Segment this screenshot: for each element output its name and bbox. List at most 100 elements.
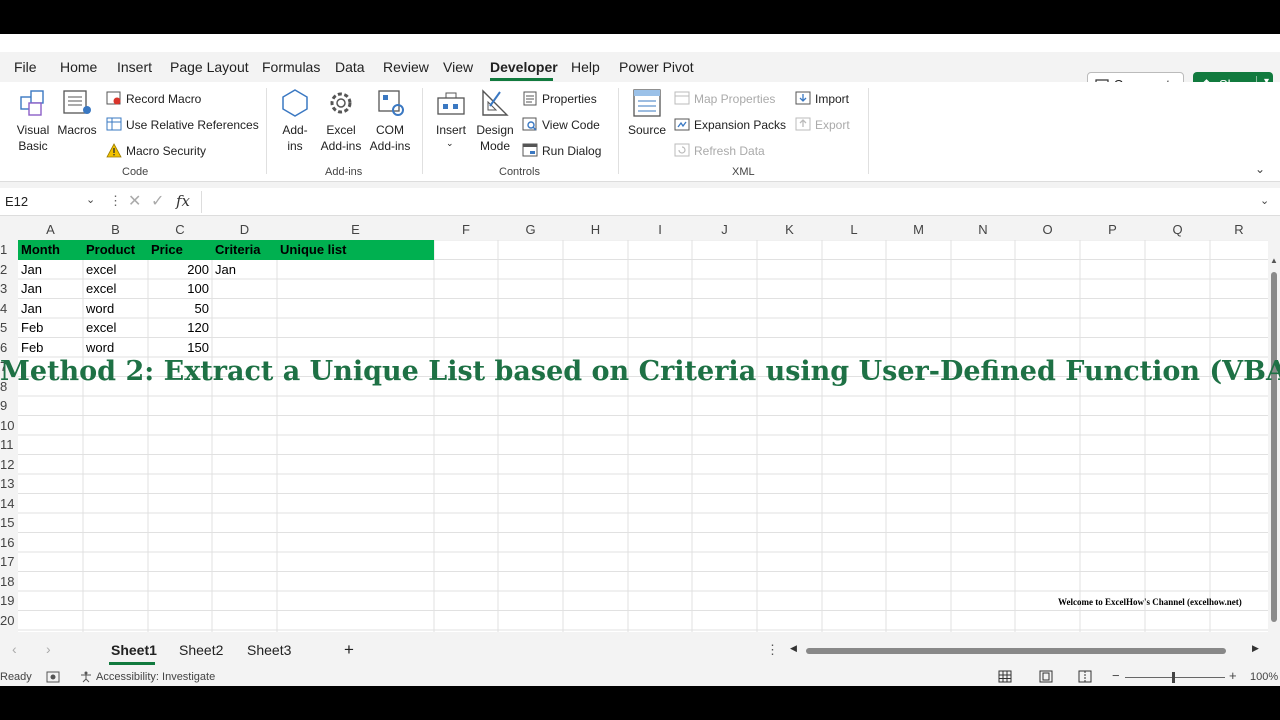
column-header-i[interactable]: I — [628, 220, 692, 240]
row-header[interactable]: 16 — [0, 532, 18, 552]
page-layout-view-icon[interactable] — [1039, 670, 1053, 683]
column-header-a[interactable]: A — [18, 220, 83, 240]
visual-basic-button[interactable]: Visual Basic — [14, 122, 52, 154]
cell-a2[interactable]: Jan — [18, 260, 83, 280]
menu-developer[interactable]: Developer — [490, 59, 558, 75]
cell-a5[interactable]: Feb — [18, 318, 83, 338]
row-header[interactable]: 19 — [0, 591, 18, 611]
row-header[interactable]: 18 — [0, 571, 18, 591]
column-header-q[interactable]: Q — [1145, 220, 1210, 240]
row-header[interactable]: 4 — [0, 298, 18, 318]
cell-d2[interactable]: Jan — [212, 260, 277, 280]
menu-data[interactable]: Data — [335, 59, 365, 75]
menu-page-layout[interactable]: Page Layout — [170, 59, 249, 75]
column-header-g[interactable]: G — [498, 220, 563, 240]
menu-view[interactable]: View — [443, 59, 473, 75]
cell-a3[interactable]: Jan — [18, 279, 83, 299]
horizontal-scroll-thumb[interactable] — [806, 648, 1226, 654]
sheet-tab-sheet3[interactable]: Sheet3 — [247, 642, 291, 658]
row-header[interactable]: 20 — [0, 610, 18, 630]
scroll-left-icon[interactable]: ◀ — [790, 643, 797, 654]
design-mode-button[interactable]: Design Mode — [472, 122, 518, 154]
map-properties-button[interactable]: Map Properties — [694, 92, 775, 106]
cancel-icon[interactable]: ✕ — [128, 191, 141, 211]
insert-control-button[interactable]: Insert — [432, 122, 470, 138]
cell-b3[interactable]: excel — [83, 279, 148, 299]
cell-c4[interactable]: 50 — [148, 299, 212, 319]
expand-formula-bar-icon[interactable]: ⌄ — [1260, 194, 1269, 207]
zoom-slider-thumb[interactable] — [1172, 672, 1175, 683]
column-header-m[interactable]: M — [886, 220, 951, 240]
cell-c1[interactable]: Price — [148, 240, 212, 260]
export-button[interactable]: Export — [815, 118, 850, 132]
cell-d1[interactable]: Criteria — [212, 240, 277, 260]
com-addins-button[interactable]: COM Add-ins — [366, 122, 414, 154]
xml-source-button[interactable]: Source — [626, 122, 668, 138]
worksheet-grid[interactable]: A B C D E F G H I J K L M N O P Q R 1 2 … — [0, 220, 1268, 632]
normal-view-icon[interactable] — [998, 670, 1012, 683]
vertical-scrollbar[interactable]: ▲ — [1268, 220, 1280, 632]
menu-file[interactable]: File — [14, 59, 37, 75]
expansion-packs-button[interactable]: Expansion Packs — [694, 118, 786, 132]
row-header[interactable]: 6 — [0, 337, 18, 357]
column-header-r[interactable]: R — [1210, 220, 1268, 240]
cell-b6[interactable]: word — [83, 338, 148, 358]
menu-review[interactable]: Review — [383, 59, 429, 75]
accessibility-icon[interactable] — [80, 671, 92, 683]
more-options-icon[interactable]: ⋮ — [109, 193, 122, 209]
run-dialog-button[interactable]: Run Dialog — [542, 144, 601, 158]
chevron-down-icon[interactable]: ⌄ — [86, 193, 95, 206]
row-header[interactable]: 5 — [0, 318, 18, 338]
add-sheet-button[interactable]: + — [344, 640, 354, 660]
row-header[interactable]: 15 — [0, 513, 18, 533]
row-header[interactable]: 11 — [0, 435, 18, 455]
row-header[interactable]: 3 — [0, 279, 18, 299]
record-macro-button[interactable]: Record Macro — [126, 92, 201, 106]
ribbon-collapse-icon[interactable]: ⌄ — [1255, 162, 1265, 176]
row-header[interactable]: 14 — [0, 493, 18, 513]
column-header-o[interactable]: O — [1015, 220, 1080, 240]
column-header-b[interactable]: B — [83, 220, 148, 240]
cell-c5[interactable]: 120 — [148, 318, 212, 338]
menu-power-pivot[interactable]: Power Pivot — [619, 59, 694, 75]
column-header-h[interactable]: H — [563, 220, 628, 240]
cell-b4[interactable]: word — [83, 299, 148, 319]
menu-insert[interactable]: Insert — [117, 59, 152, 75]
row-header[interactable]: 2 — [0, 259, 18, 279]
cell-e1[interactable]: Unique list — [277, 240, 434, 260]
column-header-j[interactable]: J — [692, 220, 757, 240]
use-relative-references-button[interactable]: Use Relative References — [126, 118, 259, 132]
import-button[interactable]: Import — [815, 92, 849, 106]
sheet-tab-sheet2[interactable]: Sheet2 — [179, 642, 223, 658]
cell-a6[interactable]: Feb — [18, 338, 83, 358]
column-header-c[interactable]: C — [148, 220, 212, 240]
zoom-slider-track[interactable] — [1125, 677, 1225, 678]
column-header-e[interactable]: E — [277, 220, 434, 240]
column-header-n[interactable]: N — [951, 220, 1015, 240]
vertical-scroll-thumb[interactable] — [1271, 272, 1277, 622]
menu-help[interactable]: Help — [571, 59, 600, 75]
row-header[interactable]: 13 — [0, 474, 18, 494]
scroll-right-icon[interactable]: ▶ — [1252, 643, 1259, 654]
more-options-icon[interactable]: ⋮ — [766, 642, 779, 658]
cell-b1[interactable]: Product — [83, 240, 148, 260]
zoom-level[interactable]: 100% — [1250, 671, 1278, 683]
refresh-data-button[interactable]: Refresh Data — [694, 144, 765, 158]
cell-b2[interactable]: excel — [83, 260, 148, 280]
excel-addins-button[interactable]: Excel Add-ins — [318, 122, 364, 154]
chevron-down-icon[interactable]: ⌄ — [446, 138, 454, 149]
zoom-out-button[interactable]: − — [1112, 668, 1120, 683]
cell-c3[interactable]: 100 — [148, 279, 212, 299]
chevron-right-icon[interactable]: › — [46, 641, 51, 657]
menu-formulas[interactable]: Formulas — [262, 59, 320, 75]
sheet-tab-sheet1[interactable]: Sheet1 — [111, 642, 157, 658]
cell-c2[interactable]: 200 — [148, 260, 212, 280]
row-header[interactable]: 17 — [0, 552, 18, 572]
enter-icon[interactable]: ✓ — [151, 191, 164, 211]
column-header-f[interactable]: F — [434, 220, 498, 240]
cell-a4[interactable]: Jan — [18, 299, 83, 319]
cell-b5[interactable]: excel — [83, 318, 148, 338]
row-header[interactable]: 1 — [0, 240, 18, 260]
column-header-l[interactable]: L — [822, 220, 886, 240]
insert-function-icon[interactable]: fx — [176, 192, 190, 210]
